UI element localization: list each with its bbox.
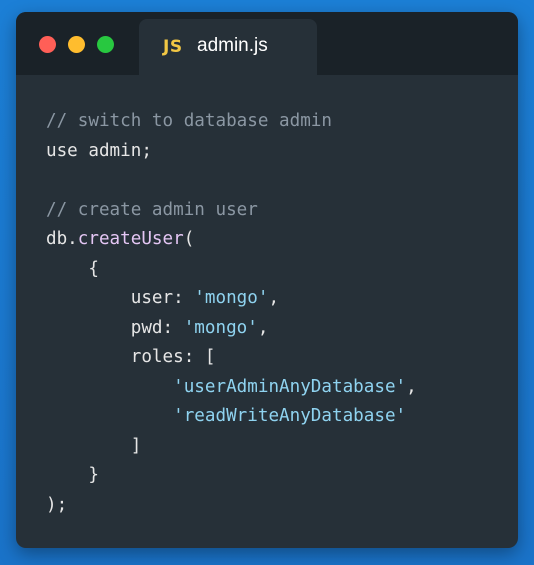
code-line: 'readWriteAnyDatabase' — [46, 402, 417, 432]
code-token-plain: ); — [46, 494, 68, 515]
code-token-string: 'userAdminAnyDatabase' — [173, 376, 407, 397]
code-token-plain: pwd: — [46, 317, 184, 338]
code-token-string: 'mongo' — [194, 288, 269, 308]
title-bar: JS admin.js — [16, 12, 518, 75]
code-line: user: 'mongo', — [46, 284, 417, 314]
code-line: ] — [46, 432, 417, 462]
code-line: 'userAdminAnyDatabase', — [46, 373, 417, 403]
code-token-plain: , — [268, 288, 280, 308]
code-line: use admin; — [46, 137, 417, 167]
tab-admin-js[interactable]: JS admin.js — [139, 19, 317, 75]
code-token-plain: { — [46, 258, 99, 279]
maximize-button[interactable] — [97, 36, 114, 53]
tab-filename: admin.js — [197, 35, 268, 56]
code-line: // switch to database admin — [46, 107, 417, 137]
code-token-plain: , — [257, 317, 269, 338]
code-token-plain: user: — [46, 288, 195, 308]
code-window: JS admin.js // switch to database admin u… — [16, 12, 518, 548]
code-token-method: createUser — [77, 229, 184, 249]
code-token-plain: , — [406, 376, 417, 397]
code-token-string: 'mongo' — [183, 317, 258, 338]
code-token-plain: db. — [46, 229, 78, 249]
code-line: ); — [46, 491, 417, 521]
code-block: // switch to database admin use admin; // … — [46, 107, 417, 520]
javascript-icon: JS — [163, 37, 183, 57]
code-token-comment: // create admin user — [46, 199, 258, 220]
minimize-button[interactable] — [68, 36, 85, 53]
code-token-plain: } — [46, 465, 99, 485]
code-token-comment: // switch to database admin — [46, 111, 332, 131]
close-button[interactable] — [39, 36, 56, 53]
code-line: // create admin user — [46, 196, 417, 226]
code-line: roles: [ — [46, 343, 417, 373]
code-token-string: 'readWriteAnyDatabase' — [173, 406, 407, 426]
code-token-plain: ( — [183, 229, 195, 249]
code-line: db.createUser( — [46, 225, 417, 255]
code-line: { — [46, 255, 417, 285]
code-line: pwd: 'mongo', — [46, 314, 417, 344]
code-line: } — [46, 461, 417, 491]
code-token-plain: use admin; — [46, 140, 152, 161]
code-token-plain: ] — [46, 435, 142, 456]
code-token-plain: roles: [ — [46, 347, 216, 367]
